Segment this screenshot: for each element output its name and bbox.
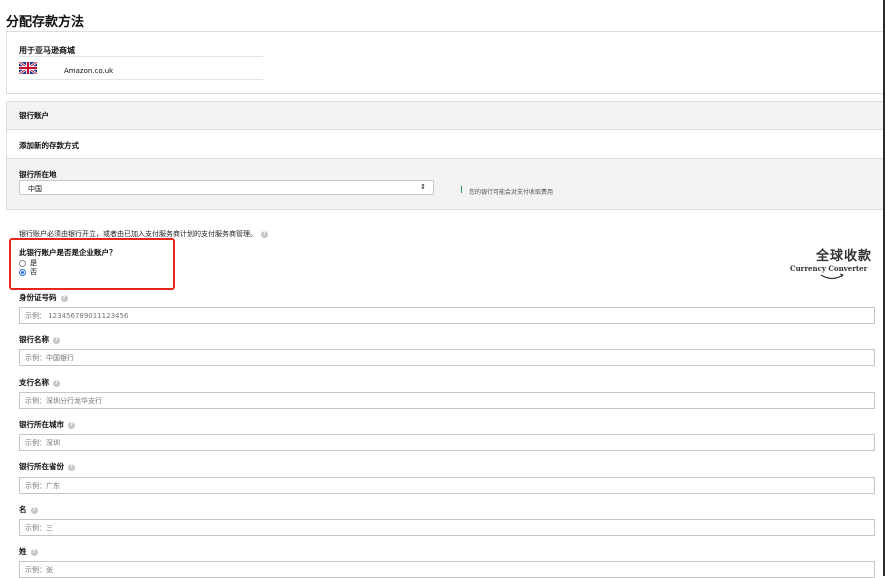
bank-city-input[interactable] — [19, 434, 875, 451]
radio-no[interactable] — [19, 268, 26, 276]
divider — [19, 56, 263, 57]
logo-en-text: Currency Converter — [790, 264, 868, 273]
help-icon[interactable]: ? — [30, 548, 38, 556]
divider — [19, 79, 263, 80]
bank-province-input[interactable] — [19, 477, 875, 494]
first-name-input[interactable] — [19, 519, 875, 536]
add-deposit-method-label: 添加新的存款方式 — [19, 141, 79, 150]
help-icon[interactable]: ? — [53, 336, 60, 344]
radio-yes[interactable] — [19, 259, 26, 267]
bank-name-label: 银行名称? — [19, 334, 60, 345]
store-section — [6, 31, 883, 94]
bank-location-select[interactable]: 中国 ⇕ — [19, 180, 434, 195]
last-name-label: 姓? — [19, 546, 38, 557]
select-arrow-icon: ⇕ — [420, 183, 426, 191]
add-deposit-method-row — [6, 129, 883, 159]
store-name: Amazon.co.uk — [64, 67, 114, 75]
help-icon[interactable]: ? — [60, 294, 68, 302]
help-icon[interactable]: ? — [68, 421, 75, 429]
page-title: 分配存款方法 — [6, 15, 85, 30]
uk-flag-icon — [19, 62, 37, 74]
branch-name-input[interactable] — [19, 392, 875, 409]
help-icon[interactable]: ? — [261, 230, 268, 238]
bank-requirement-text: 银行账户必须由银行开立，或者由已加入支付服务商计划的支付服务商管理。 — [19, 230, 257, 238]
logo-swoosh-icon — [820, 273, 844, 280]
radio-no-label: 否 — [30, 268, 37, 276]
logo-cn-text: 全球收款 — [816, 249, 873, 264]
id-number-label: 身份证号码? — [19, 292, 68, 303]
info-marker-icon — [461, 186, 462, 193]
help-icon[interactable]: ? — [53, 379, 60, 387]
bank-province-label: 银行所在省份? — [19, 461, 75, 472]
branch-name-label: 支行名称? — [19, 377, 60, 388]
help-icon[interactable]: ? — [30, 506, 38, 514]
help-icon[interactable]: ? — [68, 463, 75, 471]
bank-account-header — [6, 101, 883, 130]
bank-fee-hint: 您的银行可能会对支付收取费用 — [469, 189, 554, 196]
radio-option-no[interactable]: 否 — [19, 267, 37, 277]
currency-converter-logo: 全球收款 Currency Converter — [790, 245, 874, 285]
bank-account-title: 银行账户 — [19, 111, 49, 120]
id-number-input[interactable] — [19, 307, 875, 324]
business-account-question: 此银行账户是否是企业账户？ — [19, 248, 117, 257]
bank-city-label: 银行所在城市? — [19, 419, 75, 430]
bank-location-label: 银行所在地 — [19, 170, 57, 179]
first-name-label: 名? — [19, 504, 38, 515]
store-label: 用于亚马逊商城 — [19, 46, 75, 55]
bank-name-input[interactable] — [19, 349, 875, 366]
last-name-input[interactable] — [19, 561, 875, 578]
bank-location-value: 中国 — [28, 185, 42, 193]
window-edge — [883, 0, 885, 576]
